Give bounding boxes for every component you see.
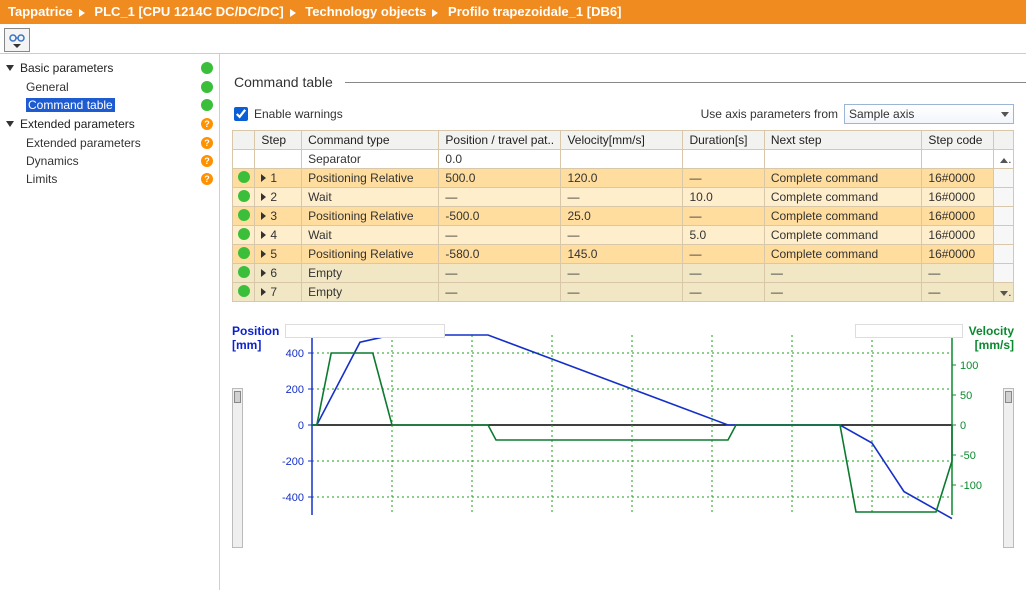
nav-group[interactable]: Extended parameters? xyxy=(0,114,219,134)
table-scroll-down[interactable] xyxy=(993,283,1013,302)
svg-text:200: 200 xyxy=(286,384,304,396)
parameter-nav: Basic parametersGeneralCommand tableExte… xyxy=(0,54,220,590)
nav-item[interactable]: Command table xyxy=(0,96,219,114)
table-row[interactable]: 3Positioning Relative-500.025.0—Complete… xyxy=(233,207,1014,226)
chart-canvas: 4002000-200-400100500-50-100 xyxy=(232,330,1012,520)
chart-right-scrollbar[interactable] xyxy=(1003,388,1014,548)
table-header[interactable] xyxy=(993,131,1013,150)
svg-text:-400: -400 xyxy=(282,492,304,504)
svg-text:0: 0 xyxy=(960,420,966,432)
view-mode-button[interactable] xyxy=(4,28,30,52)
enable-warnings-checkbox[interactable]: Enable warnings xyxy=(234,107,343,121)
nav-item[interactable]: General xyxy=(0,78,219,96)
command-table[interactable]: StepCommand typePosition / travel pat..V… xyxy=(232,130,1014,302)
glasses-icon xyxy=(9,33,25,43)
section-title: Command table xyxy=(234,74,1026,90)
nav-group[interactable]: Basic parameters xyxy=(0,58,219,78)
table-scroll-up[interactable] xyxy=(993,150,1013,169)
toolbar xyxy=(0,24,1026,54)
table-header[interactable]: Step code xyxy=(922,131,993,150)
motion-chart: Position [mm] Velocity [mm/s] 4002000-20… xyxy=(232,330,1014,520)
table-row[interactable]: 2Wait——10.0Complete command16#0000 xyxy=(233,188,1014,207)
table-row[interactable]: 6Empty————— xyxy=(233,264,1014,283)
table-header[interactable] xyxy=(233,131,255,150)
axis-param-label: Use axis parameters from xyxy=(701,107,838,121)
table-header[interactable]: Step xyxy=(255,131,302,150)
chart-left-scrollbar[interactable] xyxy=(232,388,243,548)
svg-text:-200: -200 xyxy=(282,456,304,468)
table-row[interactable]: 1Positioning Relative500.0120.0—Complete… xyxy=(233,169,1014,188)
axis-param-combo[interactable]: Sample axis xyxy=(844,104,1014,124)
table-header[interactable]: Command type xyxy=(302,131,439,150)
nav-item[interactable]: Extended parameters? xyxy=(0,134,219,152)
svg-text:-100: -100 xyxy=(960,480,982,492)
table-row[interactable]: 5Positioning Relative-580.0145.0—Complet… xyxy=(233,245,1014,264)
svg-text:50: 50 xyxy=(960,390,972,402)
table-row[interactable]: 7Empty————— xyxy=(233,283,1014,302)
table-row[interactable]: 4Wait——5.0Complete command16#0000 xyxy=(233,226,1014,245)
svg-text:-50: -50 xyxy=(960,450,976,462)
table-header[interactable]: Next step xyxy=(764,131,922,150)
svg-text:100: 100 xyxy=(960,360,978,372)
breadcrumb: Tappatrice PLC_1 [CPU 1214C DC/DC/DC] Te… xyxy=(0,0,1026,24)
nav-item[interactable]: Limits? xyxy=(0,170,219,188)
nav-item[interactable]: Dynamics? xyxy=(0,152,219,170)
table-header[interactable]: Velocity[mm/s] xyxy=(561,131,683,150)
svg-text:0: 0 xyxy=(298,420,304,432)
table-header[interactable]: Duration[s] xyxy=(683,131,764,150)
table-header[interactable]: Position / travel pat.. xyxy=(439,131,561,150)
